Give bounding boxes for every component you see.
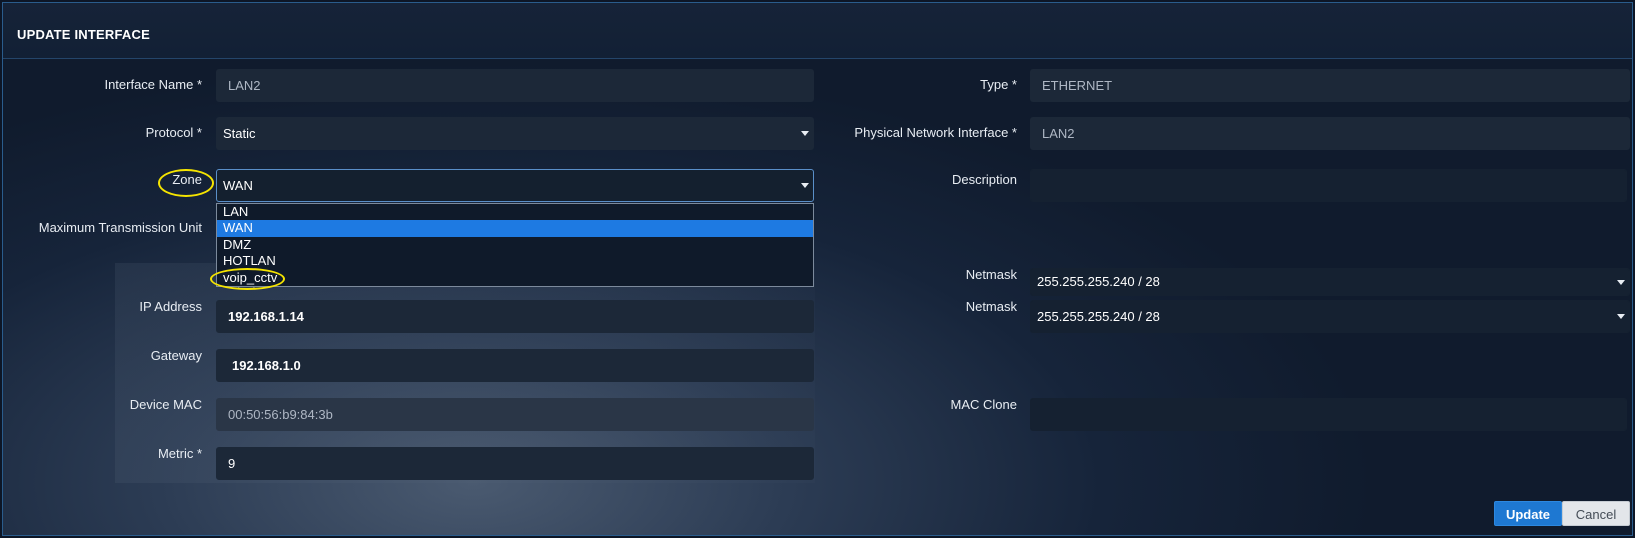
mac-clone-label: MAC Clone: [950, 397, 1017, 412]
voip-cctv-highlight: [210, 268, 285, 290]
netmask-1-select[interactable]: 255.255.255.240 / 28: [1030, 268, 1630, 296]
netmask-2-value: 255.255.255.240 / 28: [1037, 309, 1160, 324]
physical-interface-label: Physical Network Interface *: [854, 125, 1017, 140]
gateway-field[interactable]: 192.168.1.0: [216, 349, 814, 382]
update-interface-dialog: UPDATE INTERFACE Interface Name * LAN2 T…: [2, 2, 1633, 536]
dialog-title: UPDATE INTERFACE: [17, 27, 150, 42]
metric-field[interactable]: 9: [216, 447, 814, 480]
protocol-label: Protocol *: [145, 125, 202, 140]
mtu-label: Maximum Transmission Unit: [38, 220, 202, 235]
ip-address-field[interactable]: 192.168.1.14: [216, 300, 814, 333]
description-field[interactable]: [1030, 169, 1627, 202]
zone-option-voip-cctv[interactable]: voip_cctv: [217, 270, 813, 286]
ip-address-label: IP Address: [139, 299, 202, 314]
chevron-down-icon: [801, 131, 809, 136]
chevron-down-icon: [801, 183, 809, 188]
netmask-2-select[interactable]: 255.255.255.240 / 28: [1030, 300, 1630, 333]
protocol-select-value: Static: [223, 126, 256, 141]
netmask-2-label: Netmask: [965, 299, 1017, 314]
zone-select[interactable]: WAN: [216, 169, 814, 202]
chevron-down-icon: [1617, 314, 1625, 319]
type-field[interactable]: ETHERNET: [1030, 69, 1630, 102]
cancel-button[interactable]: Cancel: [1562, 501, 1630, 526]
physical-interface-field[interactable]: LAN2: [1030, 117, 1630, 150]
mac-clone-field[interactable]: [1030, 398, 1627, 431]
metric-label: Metric *: [157, 446, 202, 461]
chevron-down-icon: [1617, 280, 1625, 285]
protocol-select[interactable]: Static: [216, 117, 814, 150]
zone-option-dmz[interactable]: DMZ: [217, 237, 813, 253]
netmask-1-value: 255.255.255.240 / 28: [1037, 274, 1160, 289]
update-button[interactable]: Update: [1494, 501, 1562, 526]
description-label: Description: [951, 172, 1017, 187]
type-label: Type *: [980, 77, 1017, 92]
dialog-header: UPDATE INTERFACE: [3, 3, 1632, 59]
zone-label: Zone: [172, 172, 202, 187]
zone-select-value: WAN: [223, 178, 253, 193]
zone-option-wan[interactable]: WAN: [217, 220, 813, 237]
netmask-1-label: Netmask: [965, 267, 1017, 282]
interface-name-field[interactable]: LAN2: [216, 69, 814, 102]
zone-option-hotlan[interactable]: HOTLAN: [217, 253, 813, 269]
gateway-label: Gateway: [150, 348, 202, 363]
device-mac-label: Device MAC: [129, 397, 202, 412]
device-mac-field[interactable]: 00:50:56:b9:84:3b: [216, 398, 814, 431]
zone-option-lan[interactable]: LAN: [217, 204, 813, 220]
interface-name-label: Interface Name *: [104, 77, 202, 92]
zone-dropdown-list[interactable]: LAN WAN DMZ HOTLAN voip_cctv: [216, 203, 814, 287]
